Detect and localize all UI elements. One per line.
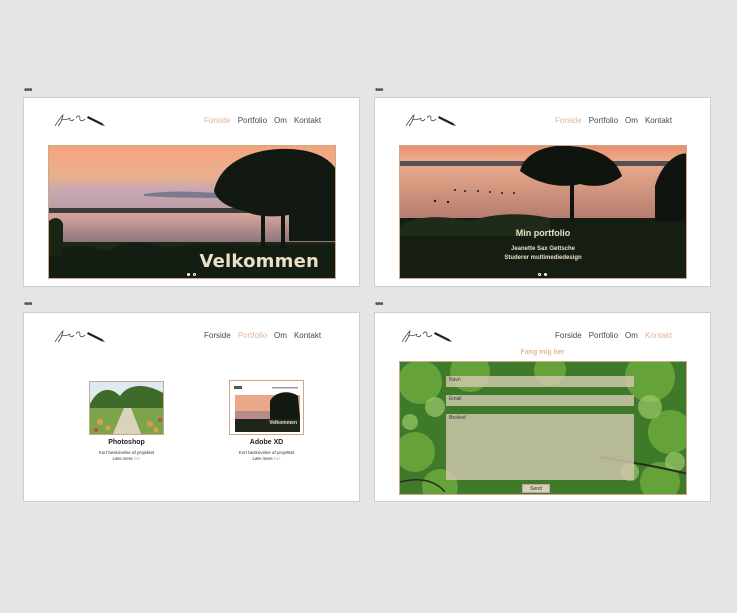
garden-path-image <box>90 382 163 434</box>
card-desc-photoshop: Kort beskrivelse af projektet Læs mere h… <box>84 450 169 462</box>
slider-dot-2[interactable] <box>193 273 196 276</box>
signature-logo-icon[interactable] <box>52 111 108 129</box>
read-more-label: Læs mere <box>112 456 133 461</box>
card-read-more[interactable]: Læs mere her <box>84 456 169 462</box>
signature-logo-icon[interactable] <box>403 111 459 129</box>
card-title-adobexd: Adobe XD <box>249 439 284 446</box>
artboard-portfolio[interactable]: Forside Portfolio Om Kontakt Photoshop K… <box>23 312 360 502</box>
signature-logo-icon[interactable] <box>399 327 455 345</box>
nav-portfolio[interactable]: Portfolio <box>238 331 267 340</box>
portfolio-subtitle-study: Studerer multimediedesign <box>504 255 582 261</box>
main-nav: Forside Portfolio Om Kontakt <box>555 116 672 125</box>
slider-indicators[interactable] <box>187 273 196 276</box>
website-mockup-image <box>230 381 303 434</box>
read-more-label: Læs mere <box>252 456 273 461</box>
card-title-photoshop: Photoshop <box>108 439 145 446</box>
portfolio-subtitle-name: Jeanette Sax Gettsche <box>510 246 576 252</box>
card-desc-adobexd: Kort beskrivelse af projektet Læs mere h… <box>224 450 309 462</box>
contact-heading: Fang mig her <box>520 349 565 356</box>
hero-heading: Velkommen <box>199 251 319 272</box>
artboard-1-menu-icon[interactable]: ••• <box>24 86 32 96</box>
message-textarea[interactable]: Besked <box>446 414 634 480</box>
nav-kontakt[interactable]: Kontakt <box>645 331 672 340</box>
nav-om[interactable]: Om <box>625 331 638 340</box>
artboard-portfolio-slider[interactable]: Forside Portfolio Om Kontakt Min portfol… <box>374 97 711 287</box>
portfolio-hero-slider[interactable]: Min portfolio Jeanette Sax Gettsche Stud… <box>399 145 687 279</box>
artboard-4-menu-icon[interactable]: ••• <box>375 300 383 310</box>
email-input[interactable]: Email <box>446 395 634 406</box>
nav-om[interactable]: Om <box>274 116 287 125</box>
photoshop-project-thumbnail[interactable] <box>89 381 164 435</box>
nav-forside[interactable]: Forside <box>555 331 582 340</box>
name-input[interactable]: Navn <box>446 376 634 387</box>
contact-form-section: Navn Email Besked Send <box>399 361 687 495</box>
nav-portfolio[interactable]: Portfolio <box>589 116 618 125</box>
thumbnail-hero-text: Velkommen <box>269 420 297 426</box>
nav-om[interactable]: Om <box>274 331 287 340</box>
slider-indicators[interactable] <box>538 273 547 276</box>
artboard-forside[interactable]: Forside Portfolio Om Kontakt Velkommen <box>23 97 360 287</box>
nav-kontakt[interactable]: Kontakt <box>645 116 672 125</box>
artboard-2-menu-icon[interactable]: ••• <box>375 86 383 96</box>
send-button[interactable]: Send <box>522 484 550 493</box>
signature-logo-icon[interactable] <box>52 327 108 345</box>
slider-dot-2[interactable] <box>544 273 547 276</box>
slider-dot-1[interactable] <box>538 273 541 276</box>
artboard-3-menu-icon[interactable]: ••• <box>24 300 32 310</box>
nav-forside[interactable]: Forside <box>204 116 231 125</box>
main-nav: Forside Portfolio Om Kontakt <box>204 331 321 340</box>
card-read-more[interactable]: Læs mere her <box>224 456 309 462</box>
read-more-link[interactable]: her <box>134 456 141 461</box>
main-nav: Forside Portfolio Om Kontakt <box>555 331 672 340</box>
main-nav: Forside Portfolio Om Kontakt <box>204 116 321 125</box>
nav-forside[interactable]: Forside <box>555 116 582 125</box>
portfolio-title: Min portfolio <box>515 228 571 238</box>
nav-kontakt[interactable]: Kontakt <box>294 116 321 125</box>
artboard-kontakt[interactable]: Forside Portfolio Om Kontakt Fang mig he… <box>374 312 711 502</box>
slider-dot-1[interactable] <box>187 273 190 276</box>
nav-kontakt[interactable]: Kontakt <box>294 331 321 340</box>
hero-slider[interactable]: Velkommen <box>48 145 336 279</box>
read-more-link[interactable]: her <box>274 456 281 461</box>
nav-portfolio[interactable]: Portfolio <box>238 116 267 125</box>
nav-om[interactable]: Om <box>625 116 638 125</box>
nav-portfolio[interactable]: Portfolio <box>589 331 618 340</box>
adobexd-project-thumbnail[interactable]: Velkommen <box>229 380 304 435</box>
nav-forside[interactable]: Forside <box>204 331 231 340</box>
